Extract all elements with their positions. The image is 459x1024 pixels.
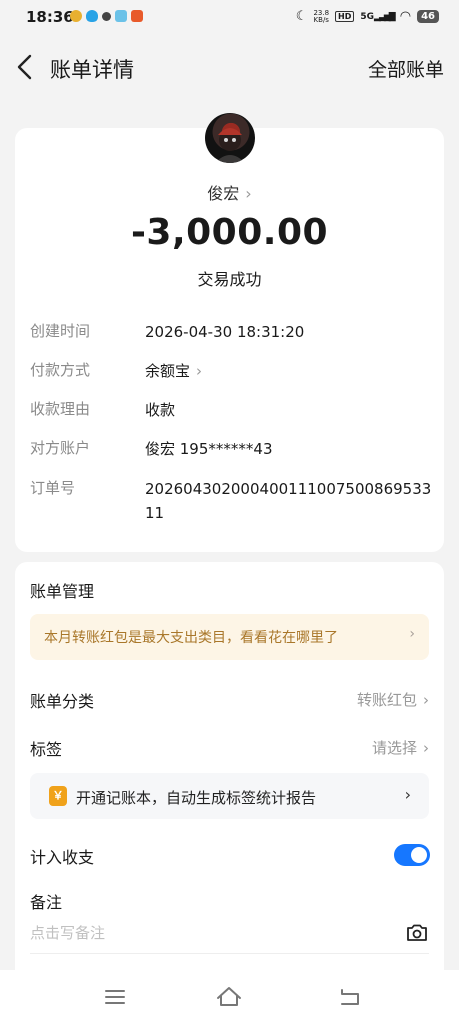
setting-label: 标签	[30, 740, 63, 759]
divider	[30, 953, 429, 954]
promo-text: 本月转账红包是最大支出类目，看看花在哪里了	[44, 630, 338, 646]
chevron-right-icon: ›	[409, 626, 415, 642]
hd-icon: HD	[335, 11, 355, 22]
chevron-right-icon: ›	[423, 691, 429, 709]
toggle-knob	[411, 847, 427, 863]
game-icon	[115, 10, 127, 22]
detail-value: 2026-04-30 18:31:20	[145, 323, 305, 341]
app-icon	[131, 10, 143, 22]
transaction-status: 交易成功	[197, 270, 262, 289]
chevron-right-icon: ›	[245, 184, 252, 203]
detail-label: 付款方式	[30, 361, 91, 379]
chevron-right-icon: ›	[423, 739, 429, 757]
home-icon[interactable]	[215, 984, 243, 1010]
system-nav-bar	[0, 970, 459, 1024]
tag-row[interactable]: 标签 请选择 ›	[30, 732, 429, 762]
remark-input[interactable]	[30, 918, 400, 948]
status-right: ☾ 23.8 KB/s HD 5G▂▃▅▇ ◠ 46	[296, 9, 439, 24]
payee-name-link[interactable]: 俊宏 ›	[0, 180, 459, 204]
setting-value: 转账红包 ›	[356, 691, 429, 709]
detail-value-link[interactable]: 余额宝 ›	[145, 359, 435, 383]
chevron-right-icon: ›	[196, 362, 203, 380]
app-notification-icon	[70, 10, 82, 22]
back-nav-icon[interactable]	[336, 984, 364, 1010]
spending-promo-banner[interactable]: 本月转账红包是最大支出类目，看看花在哪里了 ›	[30, 614, 429, 660]
bill-category-row[interactable]: 账单分类 转账红包 ›	[30, 684, 429, 714]
setting-label: 账单分类	[30, 692, 95, 711]
ledger-promo-text: 开通记账本，自动生成标签统计报告	[76, 789, 317, 807]
page-title: 账单详情	[50, 58, 134, 82]
setting-label: 计入收支	[30, 848, 95, 867]
network-speed: 23.8 KB/s	[313, 8, 330, 24]
moon-icon: ☾	[295, 9, 308, 24]
back-icon[interactable]	[14, 52, 38, 82]
detail-label: 收款理由	[30, 400, 91, 418]
detail-label: 对方账户	[30, 439, 91, 457]
detail-label: 订单号	[30, 479, 76, 497]
detail-label: 创建时间	[30, 322, 91, 340]
payee-avatar[interactable]	[205, 113, 255, 163]
ledger-promo-banner[interactable]: ￥ 开通记账本，自动生成标签统计报告 ›	[30, 773, 429, 819]
section-title: 账单管理	[30, 582, 95, 601]
detail-value: 俊宏 195******43	[145, 440, 273, 458]
status-bar: 18:36 ☾ 23.8 KB/s HD 5G▂▃▅▇ ◠ 46	[0, 0, 459, 36]
payee-name: 俊宏	[207, 184, 240, 203]
signal-icon: 5G▂▃▅▇	[360, 11, 395, 22]
include-in-stats-row: 计入收支	[30, 840, 380, 870]
ledger-icon: ￥	[49, 786, 67, 806]
transaction-amount: -3,000.00	[130, 212, 329, 253]
wifi-icon: ◠	[399, 9, 412, 24]
camera-icon[interactable]	[405, 921, 429, 945]
battery-icon: 46	[417, 10, 439, 23]
status-time: 18:36	[26, 8, 74, 26]
detail-value: 收款	[145, 401, 176, 419]
include-in-stats-toggle[interactable]	[394, 844, 430, 866]
order-number-value: 20260430200040011100750086953311	[145, 480, 432, 522]
setting-value: 请选择 ›	[371, 739, 429, 757]
all-bills-button[interactable]: 全部账单	[368, 55, 444, 82]
remark-label: 备注	[30, 893, 63, 912]
menu-icon[interactable]	[101, 984, 129, 1010]
qq-icon	[86, 10, 98, 22]
notification-icons	[70, 10, 143, 22]
chevron-right-icon: ›	[404, 785, 411, 804]
nav-bar: 账单详情 全部账单	[0, 42, 459, 92]
sync-icon	[102, 12, 111, 21]
